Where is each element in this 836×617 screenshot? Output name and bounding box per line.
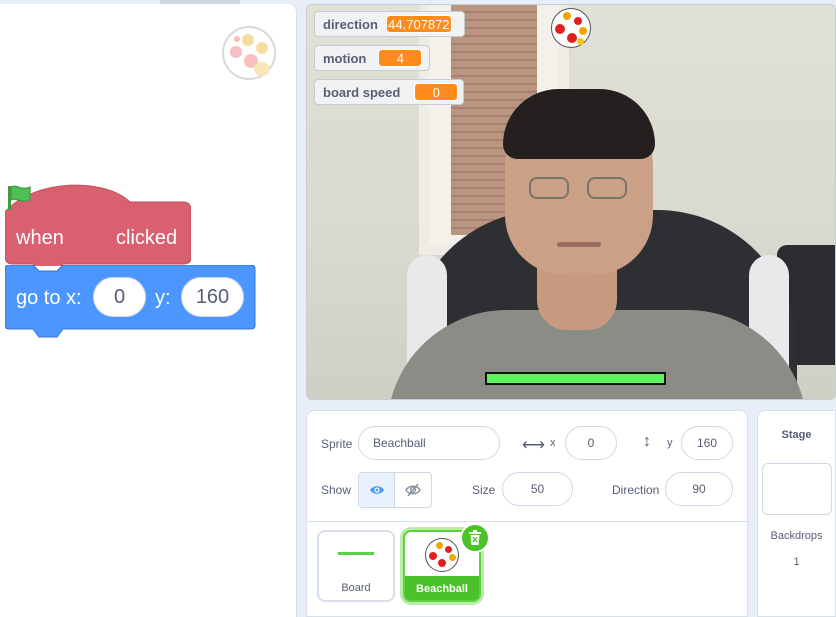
beachball-icon: [222, 26, 276, 80]
x-value-input[interactable]: 0: [93, 277, 146, 317]
stage-thumbnail[interactable]: [762, 463, 832, 515]
direction-label: Direction: [612, 483, 660, 497]
direction-input[interactable]: 90: [665, 472, 733, 506]
beachball-sprite[interactable]: [551, 8, 591, 48]
sprite-panel: Sprite Beachball ⟷ x 0 ↕ y 160 Show Size…: [306, 410, 748, 617]
beachball-icon: [425, 538, 459, 572]
monitor-label: motion: [323, 50, 367, 66]
y-label: y:: [155, 287, 171, 309]
when-flag-clicked-block[interactable]: when clicked: [5, 184, 191, 266]
stage-title: Stage: [781, 429, 812, 441]
backdrops-label: Backdrops: [770, 530, 823, 542]
webcam-person-hair: [503, 89, 655, 159]
webcam-person-mouth: [557, 242, 601, 247]
trash-icon: [469, 530, 481, 545]
monitor-board-speed[interactable]: board speed 0: [314, 79, 464, 105]
stage-selector[interactable]: Stage Backdrops 1: [757, 410, 836, 617]
monitor-direction[interactable]: direction 44.707872: [314, 11, 465, 37]
monitor-motion[interactable]: motion 4: [314, 45, 430, 71]
monitor-label: direction: [323, 16, 378, 32]
monitor-label: board speed: [323, 84, 401, 100]
y-label: y: [667, 437, 673, 449]
sprite-label: Sprite: [321, 437, 353, 451]
sprite-tile-name: Beachball: [416, 583, 468, 595]
sprite-tile-board[interactable]: Board: [317, 530, 395, 602]
y-input[interactable]: 160: [681, 426, 733, 460]
go-to-x-label: go to x:: [16, 287, 82, 309]
sprite-info: Sprite Beachball ⟷ x 0 ↕ y 160 Show Size…: [307, 411, 747, 522]
monitor-value: 0: [414, 83, 459, 101]
tab-strip: [160, 0, 240, 4]
show-toggle: [358, 472, 432, 508]
x-input[interactable]: 0: [565, 426, 617, 460]
size-label: Size: [472, 483, 496, 497]
backdrops-count: 1: [793, 556, 800, 568]
size-input[interactable]: 50: [502, 472, 573, 506]
eye-slash-icon: [405, 483, 421, 497]
sprite-tile-name: Board: [341, 582, 371, 594]
stage[interactable]: direction 44.707872 motion 4 board speed…: [306, 4, 836, 400]
board-thumbnail: [338, 552, 374, 555]
eye-icon: [369, 486, 384, 494]
show-visible-button[interactable]: [359, 473, 395, 507]
monitor-value: 44.707872: [385, 15, 452, 33]
x-label: x: [550, 437, 556, 449]
hat-word-clicked: clicked: [116, 227, 178, 249]
vertical-arrows-icon: ↕: [643, 433, 651, 450]
horizontal-arrows-icon: ⟷: [522, 437, 545, 454]
sprite-name-input[interactable]: Beachball: [358, 426, 500, 460]
show-hidden-button[interactable]: [395, 473, 431, 507]
webcam-glasses-right: [587, 177, 627, 199]
monitor-value: 4: [378, 49, 423, 67]
show-label: Show: [321, 483, 352, 497]
y-value-input[interactable]: 160: [181, 277, 244, 317]
code-area: when clicked go to x: 0 y: 160: [0, 0, 297, 617]
hat-word-when: when: [16, 227, 64, 249]
green-flag-icon: [8, 185, 31, 210]
delete-sprite-button[interactable]: [460, 523, 490, 553]
board-sprite[interactable]: [485, 372, 666, 385]
go-to-xy-block[interactable]: go to x: 0 y: 160: [5, 265, 257, 339]
webcam-glasses-left: [529, 177, 569, 199]
